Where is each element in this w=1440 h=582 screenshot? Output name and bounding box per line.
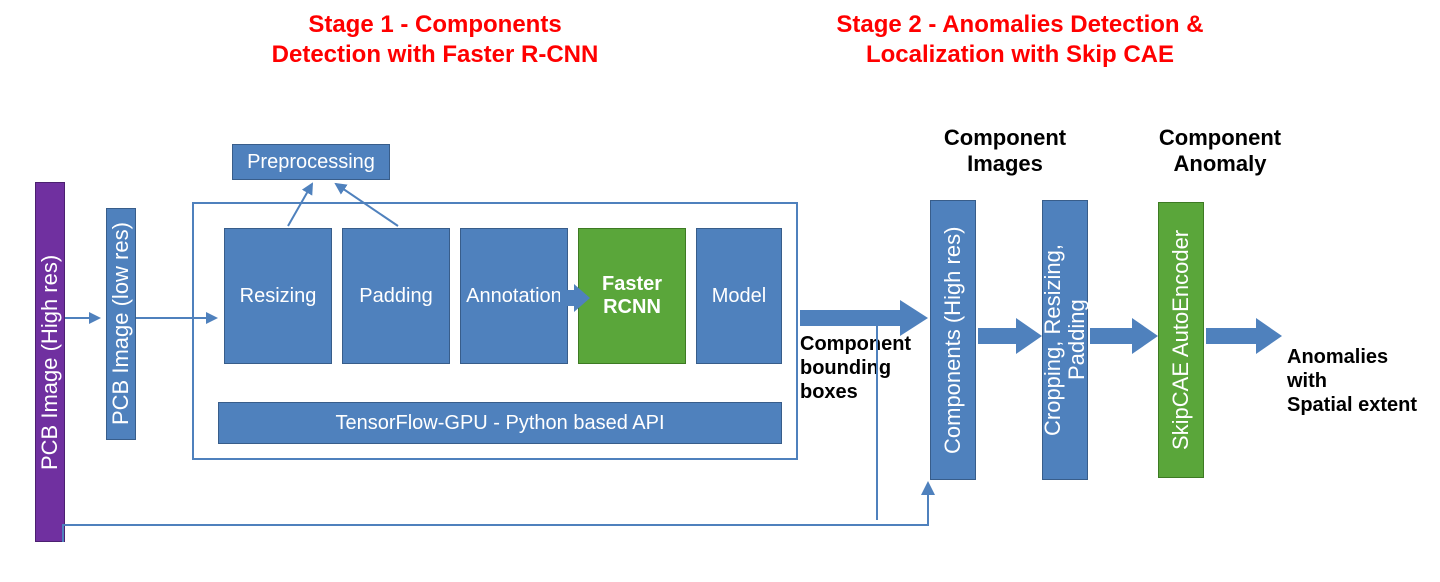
- connector-bbox-tee: [870, 320, 884, 520]
- cropping-resizing-padding-bar: Cropping, Resizing,Padding: [1042, 200, 1088, 480]
- arrow-annot-to-rcnn: [560, 278, 590, 318]
- preprocessing-arrows: [240, 180, 420, 230]
- arrow-cropping-to-skipcae: [1090, 314, 1160, 358]
- stage1-title: Stage 1 - ComponentsDetection with Faste…: [170, 10, 700, 70]
- component-anomaly-title: ComponentAnomaly: [1135, 125, 1305, 178]
- skipcae-autoencoder-bar: SkipCAE AutoEncoder: [1158, 202, 1204, 478]
- preprocessing-box: Preprocessing: [232, 144, 390, 180]
- output-anomalies-label: AnomalieswithSpatial extent: [1287, 345, 1437, 417]
- connector-highres-to-components: [48, 320, 978, 550]
- arrow-skipcae-to-output: [1206, 314, 1284, 358]
- stage2-title: Stage 2 - Anomalies Detection &Localizat…: [750, 10, 1290, 70]
- arrow-components-to-cropping: [978, 314, 1044, 358]
- component-images-title: ComponentImages: [920, 125, 1090, 178]
